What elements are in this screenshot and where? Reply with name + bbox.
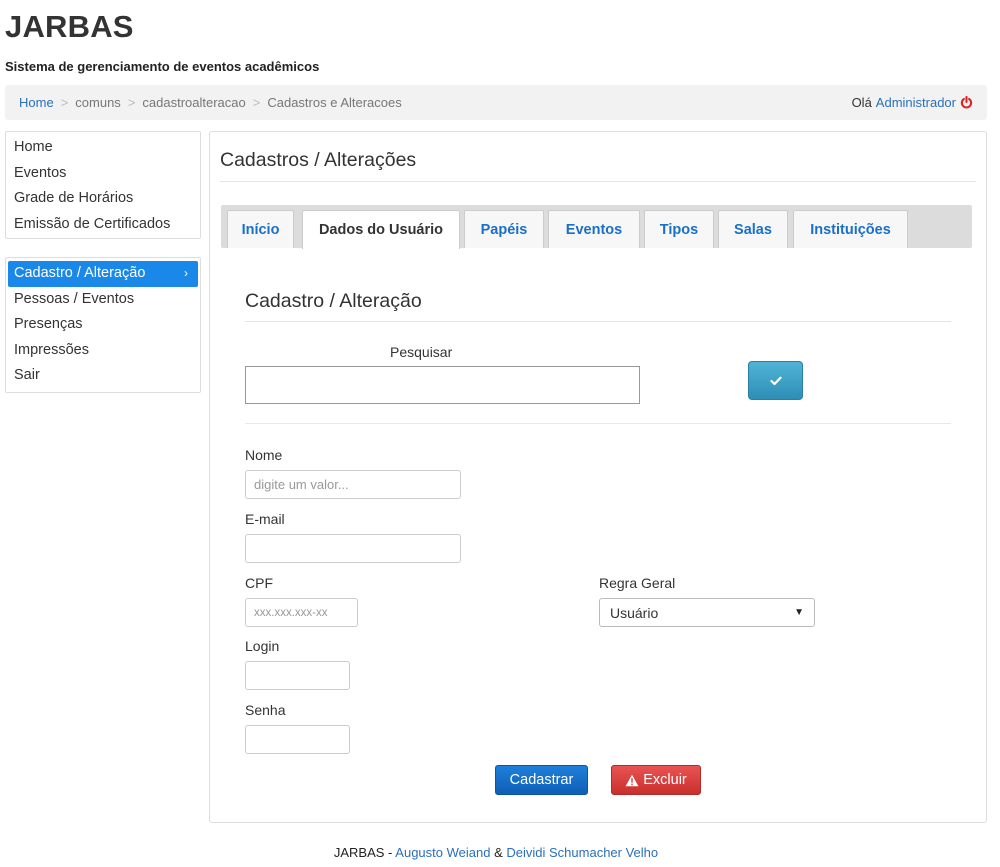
login-input[interactable] <box>245 661 350 690</box>
sidebar-item-sair[interactable]: Sair <box>6 363 200 389</box>
sidebar-item-cadastro-alteracao[interactable]: Cadastro / Alteração › <box>8 261 198 287</box>
sidebar-item-eventos[interactable]: Eventos <box>6 161 200 187</box>
sidebar-item-home[interactable]: Home <box>6 135 200 161</box>
app-title: JARBAS <box>5 9 134 44</box>
breadcrumb-separator: > <box>127 95 136 110</box>
footer-app-name: JARBAS - <box>333 845 396 860</box>
sidebar-main-nav: Home Eventos Grade de Horários Emissão d… <box>5 131 201 239</box>
tab-inicio[interactable]: Início <box>227 210 294 248</box>
search-label: Pesquisar <box>390 344 453 360</box>
cpf-label: CPF <box>245 575 273 591</box>
author-link-augusto[interactable]: Augusto Weiand <box>395 845 490 860</box>
cpf-input[interactable]: xxx.xxx.xxx-xx <box>245 598 358 627</box>
chevron-right-icon: › <box>184 266 188 280</box>
cadastrar-button[interactable]: Cadastrar <box>495 765 588 795</box>
tab-eventos[interactable]: Eventos <box>548 210 640 248</box>
excluir-label: Excluir <box>643 772 687 788</box>
tab-bar: Início Dados do Usuário Papéis Eventos T… <box>221 205 972 249</box>
tab-salas[interactable]: Salas <box>718 210 788 248</box>
dropdown-arrow-icon: ▼ <box>794 607 804 618</box>
tab-papeis[interactable]: Papéis <box>464 210 544 248</box>
power-icon[interactable] <box>960 95 973 109</box>
footer: JARBAS - Augusto Weiand & Deividi Schuma… <box>0 845 992 860</box>
tab-dados-do-usuario[interactable]: Dados do Usuário <box>302 210 460 249</box>
sidebar-item-impressoes[interactable]: Impressões <box>6 338 200 364</box>
section-divider <box>245 321 951 322</box>
title-divider <box>220 181 976 182</box>
senha-label: Senha <box>245 702 286 718</box>
sidebar-item-presencas[interactable]: Presenças <box>6 312 200 338</box>
email-label: E-mail <box>245 511 285 527</box>
greeting-text: Olá <box>851 95 872 110</box>
author-link-deividi[interactable]: Deividi Schumacher Velho <box>506 845 658 860</box>
tab-tipos[interactable]: Tipos <box>644 210 714 248</box>
check-icon <box>769 373 782 389</box>
breadcrumb-home-link[interactable]: Home <box>19 95 54 110</box>
footer-joiner: & <box>490 845 507 860</box>
email-input[interactable] <box>245 534 461 563</box>
section-title: Cadastro / Alteração <box>245 290 422 312</box>
excluir-button[interactable]: Excluir <box>611 765 701 795</box>
tab-instituicoes[interactable]: Instituições <box>793 210 908 248</box>
sidebar-item-grade-de-horarios[interactable]: Grade de Horários <box>6 186 200 212</box>
sidebar-item-label: Cadastro / Alteração <box>14 265 146 281</box>
breadcrumb-separator: > <box>60 95 69 110</box>
regra-geral-value: Usuário <box>610 604 659 621</box>
app-subtitle: Sistema de gerenciamento de eventos acad… <box>5 59 320 74</box>
warning-icon <box>625 774 639 787</box>
nome-input[interactable]: digite um valor... <box>245 470 461 499</box>
user-link[interactable]: Administrador <box>876 95 956 110</box>
page-title: Cadastros / Alterações <box>220 149 417 171</box>
user-area: Olá Administrador <box>852 95 973 110</box>
sidebar-item-emissao-de-certificados[interactable]: Emissão de Certificados <box>6 212 200 238</box>
breadcrumb-separator: > <box>252 95 261 110</box>
senha-input[interactable] <box>245 725 350 754</box>
breadcrumb-cadastroalteracao: cadastroalteracao <box>142 95 246 110</box>
main-panel: Cadastros / Alterações Início Dados do U… <box>209 131 987 823</box>
regra-geral-label: Regra Geral <box>599 575 676 591</box>
sidebar-item-pessoas-eventos[interactable]: Pessoas / Eventos <box>6 287 200 313</box>
login-label: Login <box>245 638 280 654</box>
regra-geral-select[interactable]: Usuário ▼ <box>599 598 815 627</box>
nome-label: Nome <box>245 447 283 463</box>
breadcrumb: Home > comuns > cadastroalteracao > Cada… <box>5 85 987 120</box>
search-input[interactable] <box>245 366 640 404</box>
search-submit-button[interactable] <box>748 361 803 400</box>
breadcrumb-comuns: comuns <box>75 95 121 110</box>
breadcrumb-current: Cadastros e Alteracoes <box>267 95 402 110</box>
form-divider <box>245 423 951 424</box>
sidebar-admin-nav: Cadastro / Alteração › Pessoas / Eventos… <box>5 257 201 393</box>
